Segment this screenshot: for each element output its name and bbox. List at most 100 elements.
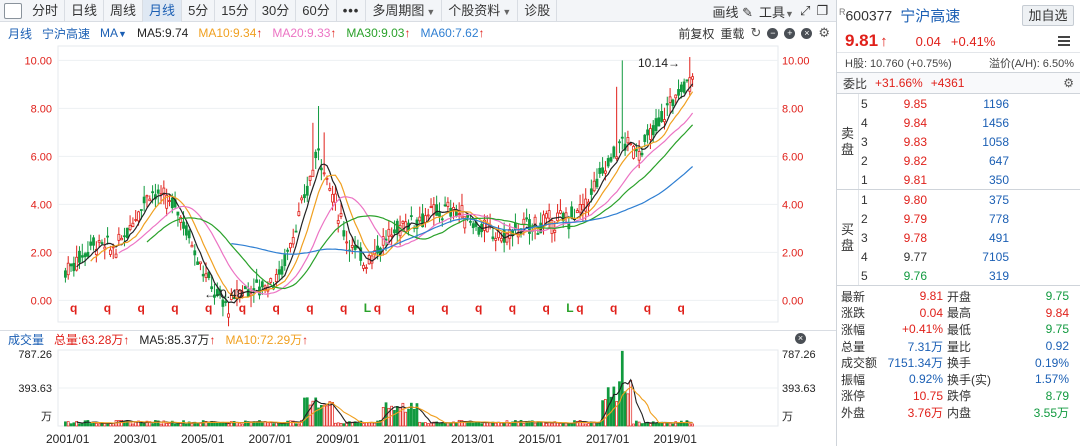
dividend-marker[interactable]: q — [576, 301, 583, 315]
zoom-out-icon[interactable]: − — [767, 27, 779, 39]
candle-body — [294, 230, 298, 233]
candle-body — [75, 256, 79, 271]
tab-period-1[interactable]: 日线 — [65, 0, 105, 22]
float-window-icon[interactable]: ❐ — [816, 3, 828, 19]
stat-row: 外盘 3.76万 内盘 3.55万 — [837, 404, 1080, 421]
candle-body — [139, 209, 143, 211]
candle-body — [468, 220, 472, 223]
dividend-marker[interactable]: q — [475, 301, 482, 315]
tab-period-2[interactable]: 周线 — [104, 0, 144, 22]
candle-body — [685, 79, 689, 82]
dividend-marker[interactable]: q — [408, 301, 415, 315]
dividend-marker[interactable]: q — [610, 301, 617, 315]
volume-info-bar: 成交量 总量:63.28万↑ MA5:85.37万↑ MA10:72.29万↑ … — [0, 330, 836, 348]
stat-value: 9.75 — [1045, 289, 1069, 304]
price-change: 0.04 — [915, 33, 941, 49]
candle-body — [193, 250, 197, 256]
layout-toggle-icon[interactable] — [4, 2, 22, 19]
dividend-marker[interactable]: q — [70, 301, 77, 315]
volume-y-axis-left: 787.26 393.63 万 — [18, 349, 52, 423]
tab-period-7[interactable]: 60分 — [296, 0, 337, 22]
gear-icon[interactable]: ⚙ — [818, 25, 830, 41]
volume-chart[interactable]: 787.26 393.63 万 787.26 393.63 万 2001/01 2003/… — [0, 348, 836, 446]
volume-bar — [550, 423, 554, 427]
volume-bar — [626, 393, 630, 427]
dividend-marker[interactable]: q — [678, 301, 685, 315]
split-marker[interactable]: L — [566, 301, 573, 315]
tools-label: 工具 — [759, 4, 786, 20]
stat-label: 最新 — [841, 289, 866, 304]
close-volume-icon[interactable]: × — [795, 333, 806, 344]
dividend-marker[interactable]: q — [509, 301, 516, 315]
bid-volume: 7105 — [982, 249, 1009, 264]
volume-bar — [69, 423, 73, 427]
split-marker[interactable]: L — [364, 301, 371, 315]
vol-tick-right: 393.63 — [782, 383, 816, 395]
pencil-icon: ✎ — [742, 4, 753, 20]
dividend-marker[interactable]: q — [138, 301, 145, 315]
candle-body — [125, 227, 129, 239]
diagnose-button[interactable]: 诊股 — [518, 0, 558, 22]
volume-ma5: MA5:85.37万 — [139, 333, 210, 347]
toolbar-right: 画线 ✎ 工具▼ ⤢ ❐ — [712, 0, 828, 22]
candle-body — [168, 200, 171, 202]
candle-body — [682, 81, 686, 93]
tab-period-6[interactable]: 30分 — [256, 0, 297, 22]
stock-info-button[interactable]: 个股资料 ▼ — [442, 0, 519, 22]
dividend-marker[interactable]: q — [104, 301, 111, 315]
volume-bar — [443, 422, 447, 427]
kline-y-axis-right: 10.00 8.00 6.00 4.00 2.00 0.00 — [782, 55, 810, 307]
add-watchlist-button[interactable]: 加自选 — [1022, 5, 1074, 26]
dividend-marker[interactable]: q — [171, 301, 178, 315]
zoom-in-icon[interactable]: + — [784, 27, 796, 39]
candle-body — [679, 84, 683, 92]
overlay-button[interactable]: 重载 — [720, 25, 744, 42]
close-icon[interactable]: × — [801, 27, 813, 39]
draw-line-button[interactable]: 画线 ✎ — [712, 2, 753, 21]
tab-period-0[interactable]: 分时 — [26, 0, 66, 22]
tools-button[interactable]: 工具▼ — [759, 2, 794, 21]
volume-total-item: 总量:63.28万↑ — [54, 331, 129, 348]
fullscreen-icon[interactable]: ⤢ — [800, 3, 810, 19]
buy-label: 买盘 — [837, 190, 859, 285]
candle-body — [362, 264, 365, 269]
dividend-marker[interactable]: q — [273, 301, 280, 315]
dividend-marker[interactable]: q — [644, 301, 651, 315]
candle-body — [137, 211, 140, 222]
volume-bar — [154, 420, 157, 427]
volume-bar — [502, 423, 506, 427]
candle-body — [626, 137, 630, 144]
volume-bar — [412, 408, 416, 427]
tab-period-5[interactable]: 15分 — [215, 0, 256, 22]
dividend-marker[interactable]: q — [306, 301, 313, 315]
bid-book: 买盘 1 9.80 375 2 9.79 778 3 9.78 491 4 9.77 7105 5 9.7… — [837, 189, 1080, 285]
stat-label: 涨幅 — [841, 322, 866, 337]
period-label: 月线 — [8, 26, 33, 41]
chevron-down-icon: ▼ — [502, 6, 512, 17]
candle-body — [651, 125, 655, 136]
more-periods-button[interactable]: ••• — [337, 0, 367, 22]
tab-period-3[interactable]: 月线 — [143, 0, 183, 22]
gear-icon[interactable]: ⚙ — [1063, 76, 1074, 90]
arrow-up-icon: ↑ — [123, 333, 130, 347]
candle-body — [317, 148, 320, 151]
multi-period-button[interactable]: 多周期图 ▼ — [366, 0, 443, 22]
dividend-marker[interactable]: q — [239, 301, 246, 315]
volume-ma5-item: MA5:85.37万↑ — [139, 331, 215, 348]
candle-body — [691, 76, 695, 80]
menu-icon[interactable] — [1058, 36, 1070, 46]
dividend-marker[interactable]: q — [441, 301, 448, 315]
dividend-marker[interactable]: q — [543, 301, 550, 315]
stat-label: 最高 — [947, 306, 972, 321]
candle-body — [342, 230, 346, 237]
bid-level: 4 — [861, 249, 868, 264]
dividend-marker[interactable]: q — [340, 301, 347, 315]
dividend-marker[interactable]: q — [205, 301, 212, 315]
adjust-price-button[interactable]: 前复权 — [678, 25, 714, 42]
candle-body — [677, 89, 680, 96]
kline-chart[interactable]: 10.00 8.00 6.00 4.00 2.00 0.00 10.00 8.00 6.00 4… — [0, 44, 836, 330]
ma-selector[interactable]: MA▼ — [100, 26, 127, 40]
refresh-icon[interactable]: ↻ — [750, 25, 761, 41]
tab-period-4[interactable]: 5分 — [182, 0, 216, 22]
dividend-marker[interactable]: q — [374, 301, 381, 315]
